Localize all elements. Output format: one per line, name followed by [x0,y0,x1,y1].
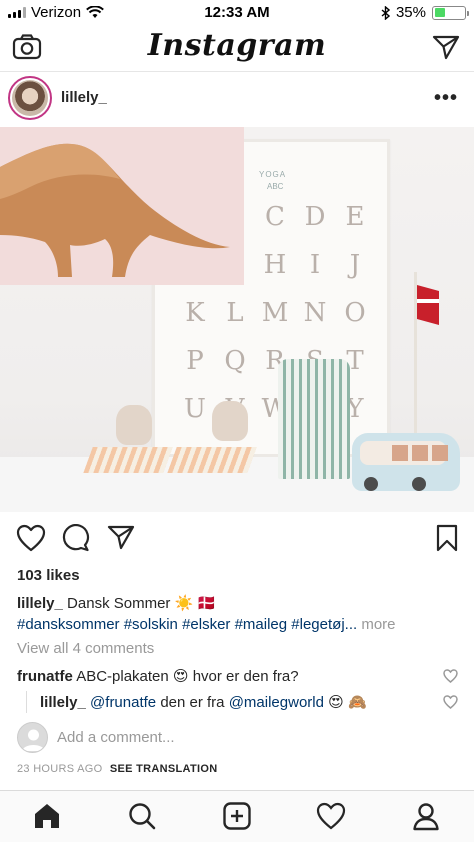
add-comment-input[interactable]: Add a comment... [57,729,175,746]
toy-chair [167,447,257,473]
like-count[interactable]: 103 likes [17,567,80,584]
caption-more-link[interactable]: more [361,616,395,633]
caption-hashtags[interactable]: #dansksommer #solskin #elsker #maileg #l… [17,616,357,633]
status-bar: Verizon 12:33 AM 35% [0,0,474,24]
poster-letter: D [304,202,326,232]
add-comment-row: Add a comment... [17,722,457,754]
post-header: lillely_ ••• [0,73,474,127]
add-post-icon[interactable] [222,801,252,831]
top-navigation: Instagram [0,24,474,72]
bus-wheel [364,477,378,491]
home-icon[interactable] [32,801,62,831]
reply-mention[interactable]: @frunatfe [90,694,156,711]
post-time-row: 23 HOURS AGO SEE TRANSLATION [17,763,217,775]
flag-cross [417,299,439,303]
toy-mouse [116,405,152,445]
reply-text: den er fra [160,694,225,711]
comment-username[interactable]: frunatfe [17,668,73,685]
post-timestamp: 23 HOURS AGO [17,763,103,775]
toy-chair [83,447,173,473]
share-icon[interactable] [107,524,135,555]
poster-letter: M [261,298,289,328]
reply-thread-line [26,691,27,713]
activity-heart-icon[interactable] [316,801,346,831]
profile-icon[interactable] [411,801,441,831]
poster-letter: O [344,298,366,328]
status-right: 35% [381,4,469,21]
direct-message-icon[interactable] [432,34,460,65]
poster-letter: K [185,298,205,328]
battery-level [434,8,445,17]
avatar [17,722,48,753]
dinosaur-image [0,127,244,285]
poster-letter: P [186,346,204,376]
avatar[interactable] [8,76,52,120]
heart-icon[interactable] [16,524,46,557]
comment-icon[interactable] [61,524,91,557]
poster-letter: E [345,202,365,232]
view-all-comments[interactable]: View all 4 comments [17,640,154,657]
battery-icon [432,5,469,20]
battery-percent: 35% [395,4,426,21]
poster-title: YOGA [259,170,287,179]
reply-like-icon[interactable] [443,695,458,714]
bottom-tab-bar [0,790,474,842]
toy-tent [278,359,350,479]
poster-letter: L [226,298,244,328]
poster-letter: Q [224,346,246,376]
see-translation-link[interactable]: SEE TRANSLATION [110,763,218,775]
caption: lillely_ Dansk Sommer ☀️ 🇩🇰 #dansksommer… [17,593,461,635]
post-username[interactable]: lillely_ [61,89,107,106]
poster-subtitle: ABC [267,182,284,191]
poster-letter: C [265,202,285,232]
reply-row: lillely_ @frunatfe den er fra @mailegwor… [40,692,440,713]
comment-row: frunatfe ABC-plakaten 😍 hvor er den fra? [17,666,457,687]
comment-like-icon[interactable] [443,669,458,688]
post-actions [0,512,474,566]
caption-text: Dansk Sommer ☀️ 🇩🇰 [67,595,217,612]
danish-flag [417,285,439,325]
toy-mouse [212,401,248,441]
poster-letter: I [309,250,321,280]
bookmark-icon[interactable] [436,524,458,557]
bus-wheel [412,477,426,491]
poster-letter: U [184,394,206,424]
poster-letter: H [263,250,287,280]
bluetooth-icon [381,5,390,20]
reply-username[interactable]: lillely_ [40,694,86,711]
poster-letter: N [303,298,327,328]
reply-mention[interactable]: @mailegworld [229,694,324,711]
reply-emoji: 😍 🙈 [328,694,367,711]
more-options-icon[interactable]: ••• [434,87,458,110]
poster-letter: J [349,250,361,280]
post-photo[interactable]: YOGA ABC ABCDEFGHIJKLMNOPQRSTUVWXY [0,127,474,512]
search-icon[interactable] [127,801,157,831]
caption-username[interactable]: lillely_ [17,595,63,612]
comment-text: ABC-plakaten 😍 hvor er den fra? [76,668,299,685]
instagram-logo: Instagram [147,28,327,63]
